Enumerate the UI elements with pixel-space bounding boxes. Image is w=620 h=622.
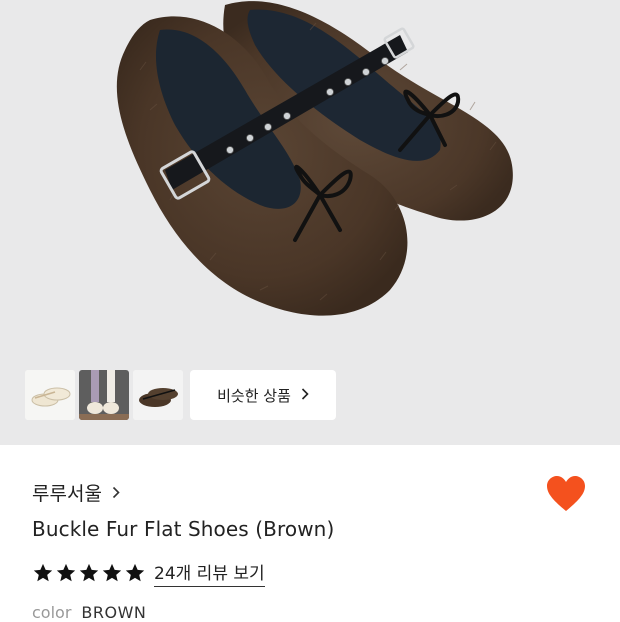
cream-flat-shoes-thumbnail[interactable] xyxy=(25,370,75,420)
star-icon xyxy=(79,563,99,582)
brand-link[interactable]: 루루서울 xyxy=(32,479,120,506)
star-icon xyxy=(102,563,122,582)
worn-shoes-thumbnail[interactable] xyxy=(79,370,129,420)
similar-products-button[interactable]: 비슷한 상품 xyxy=(190,370,336,420)
star-icon xyxy=(33,563,53,582)
star-icon xyxy=(125,563,145,582)
star-icon xyxy=(56,563,76,582)
chevron-right-icon xyxy=(112,482,120,504)
product-gallery: 비슷한 상품 xyxy=(0,0,620,445)
option-value: BROWN xyxy=(81,603,147,622)
review-link[interactable]: 24개 리뷰 보기 xyxy=(154,559,265,587)
product-title: Buckle Fur Flat Shoes (Brown) xyxy=(32,517,335,541)
chevron-right-icon xyxy=(301,386,309,404)
thumbnail-strip: 비슷한 상품 xyxy=(25,370,336,420)
rating-row: 24개 리뷰 보기 xyxy=(32,559,265,587)
similar-products-label: 비슷한 상품 xyxy=(217,386,291,405)
favorite-heart-icon[interactable] xyxy=(546,475,586,513)
rating-stars xyxy=(32,562,146,584)
color-option: color BROWN xyxy=(32,603,146,622)
brown-fur-shoes-thumbnail[interactable] xyxy=(133,370,183,420)
option-label: color xyxy=(32,603,72,622)
brand-name: 루루서울 xyxy=(32,483,102,505)
